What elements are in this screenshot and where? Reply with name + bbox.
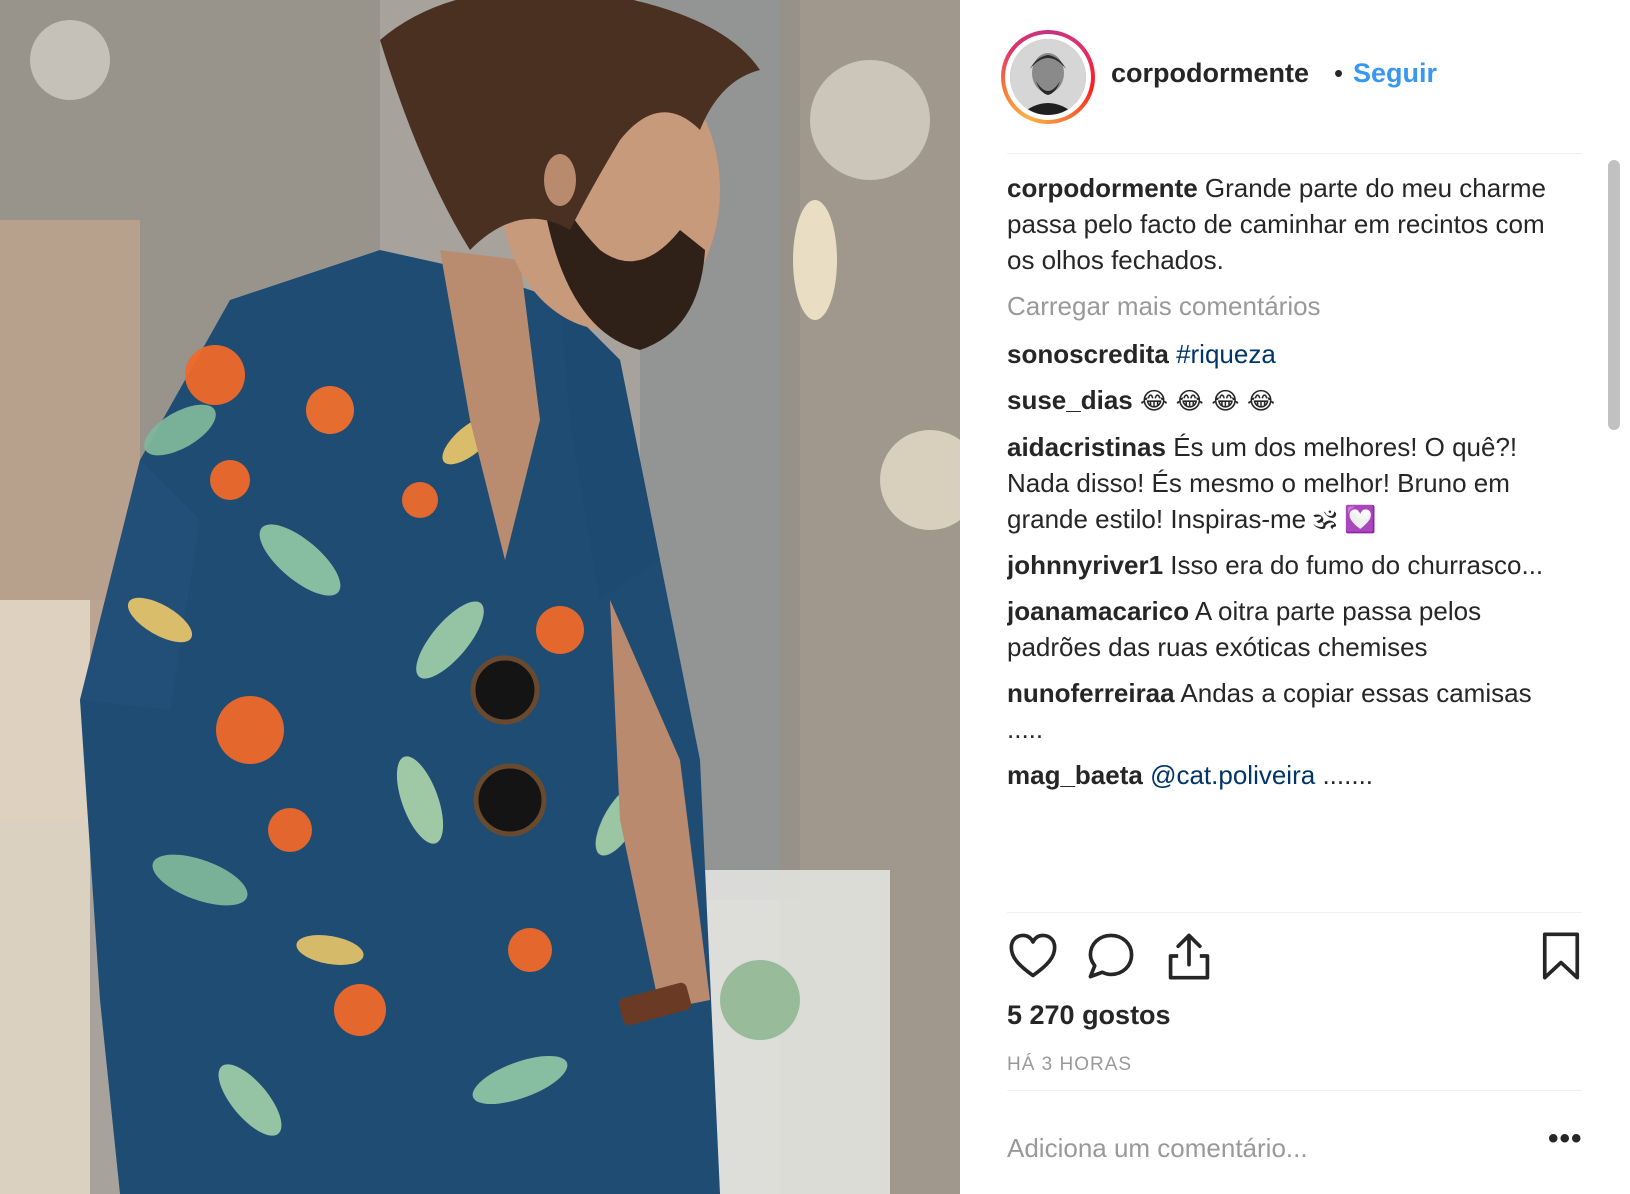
comment-username[interactable]: suse_dias: [1007, 385, 1133, 415]
load-more-comments-button[interactable]: Carregar mais comentários: [1007, 288, 1567, 324]
comment-input-divider: [1007, 1090, 1582, 1091]
action-bar: [1007, 930, 1587, 986]
comment-username[interactable]: mag_baeta: [1007, 760, 1143, 790]
comment-item: nunoferreiraa Andas a copiar essas camis…: [1007, 675, 1567, 747]
comment-username[interactable]: sonoscredita: [1007, 339, 1169, 369]
follow-button[interactable]: Seguir: [1353, 58, 1437, 89]
comment-username[interactable]: nunoferreiraa: [1007, 678, 1175, 708]
heart-icon[interactable]: [1007, 930, 1059, 982]
add-comment-input[interactable]: [1007, 1130, 1537, 1166]
comment-text: Isso era do fumo do churrasco...: [1170, 550, 1544, 580]
header-divider: [1007, 153, 1582, 154]
comment-username[interactable]: aidacristinas: [1007, 432, 1166, 462]
avatar[interactable]: [1001, 30, 1095, 124]
bookmark-icon[interactable]: [1535, 930, 1587, 982]
photo-illustration: [0, 0, 960, 1194]
comment-text: .......: [1322, 760, 1374, 790]
avatar-image: [1010, 39, 1086, 115]
header-username[interactable]: corpodormente: [1111, 58, 1309, 89]
post-timestamp: HÁ 3 HORAS: [1007, 1054, 1133, 1075]
share-icon[interactable]: [1163, 930, 1215, 982]
comment-item: joanamacarico A oitra parte passa pelos …: [1007, 593, 1567, 665]
post-photo[interactable]: [0, 0, 960, 1194]
comment-item: sonoscredita #riqueza: [1007, 336, 1567, 372]
comment-item: johnnyriver1 Isso era do fumo do churras…: [1007, 547, 1567, 583]
post-header: corpodormente • Seguir: [960, 0, 1630, 155]
header-separator: •: [1334, 58, 1344, 88]
avatar-photo: [1010, 39, 1086, 115]
comments-list: corpodormente Grande parte do meu charme…: [1007, 170, 1567, 905]
comments-scrollbar[interactable]: [1608, 160, 1620, 430]
comment-item: aidacristinas És um dos melhores! O quê?…: [1007, 429, 1567, 537]
comment-item: mag_baeta @cat.poliveira .......: [1007, 757, 1567, 793]
caption-username[interactable]: corpodormente: [1007, 173, 1198, 203]
likes-count[interactable]: 5 270 gostos: [1007, 1000, 1171, 1031]
actions-divider: [1007, 912, 1582, 913]
comment-text: 😂 😂 😂 😂: [1139, 387, 1276, 415]
comment-item: suse_dias 😂 😂 😂 😂: [1007, 382, 1567, 419]
post-details-panel: corpodormente • Seguir corpodormente Gra…: [960, 0, 1630, 1194]
more-options-button[interactable]: •••: [1548, 1122, 1583, 1156]
comment-hashtag[interactable]: #riqueza: [1176, 339, 1276, 369]
comment-mention[interactable]: @cat.poliveira: [1150, 760, 1315, 790]
comment-username[interactable]: joanamacarico: [1007, 596, 1189, 626]
comment-username[interactable]: johnnyriver1: [1007, 550, 1163, 580]
caption: corpodormente Grande parte do meu charme…: [1007, 170, 1567, 278]
comment-icon[interactable]: [1085, 930, 1137, 982]
